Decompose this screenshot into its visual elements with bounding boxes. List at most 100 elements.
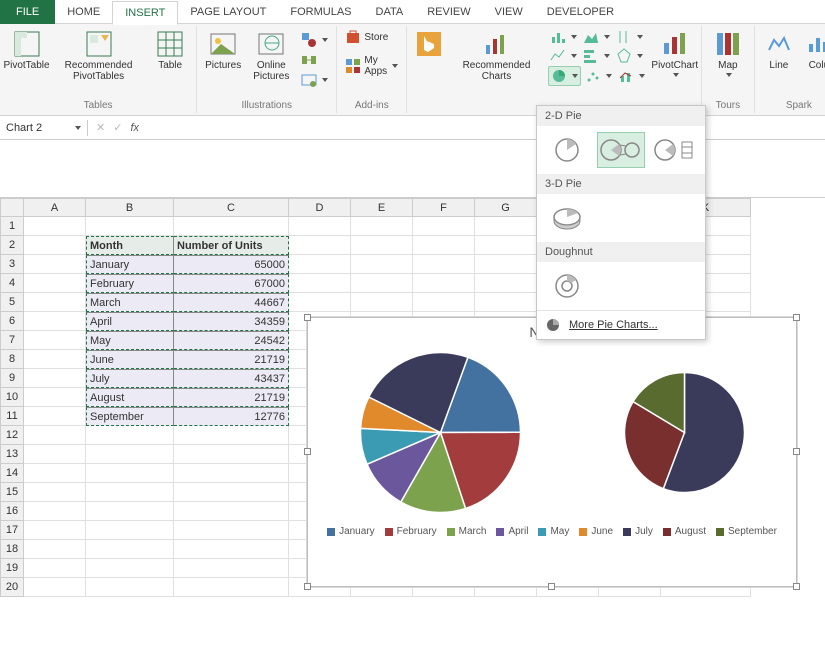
cell[interactable] bbox=[86, 464, 174, 483]
smartart-button[interactable] bbox=[299, 51, 330, 69]
tab-review[interactable]: REVIEW bbox=[415, 0, 482, 24]
cell[interactable] bbox=[174, 521, 289, 540]
cell[interactable]: 65000 bbox=[174, 255, 289, 274]
cell[interactable] bbox=[24, 293, 86, 312]
cell[interactable] bbox=[86, 483, 174, 502]
fx-icon[interactable]: fx bbox=[130, 122, 139, 134]
cell[interactable]: 24542 bbox=[174, 331, 289, 350]
cell[interactable] bbox=[86, 559, 174, 578]
radar-chart-button[interactable] bbox=[614, 47, 645, 65]
cell[interactable] bbox=[24, 255, 86, 274]
doughnut-option[interactable] bbox=[543, 268, 591, 304]
cell[interactable] bbox=[24, 445, 86, 464]
cell[interactable]: August bbox=[86, 388, 174, 407]
cell[interactable] bbox=[24, 502, 86, 521]
cell[interactable]: 34359 bbox=[174, 312, 289, 331]
cell[interactable] bbox=[24, 483, 86, 502]
row-header[interactable]: 8 bbox=[0, 350, 24, 369]
cell[interactable] bbox=[86, 445, 174, 464]
cell[interactable] bbox=[174, 540, 289, 559]
col-header[interactable]: B bbox=[86, 198, 174, 217]
legend-item[interactable]: April bbox=[496, 526, 528, 537]
row-header[interactable]: 9 bbox=[0, 369, 24, 388]
secondary-pie[interactable] bbox=[617, 365, 752, 500]
legend-item[interactable]: August bbox=[663, 526, 706, 537]
tab-view[interactable]: VIEW bbox=[483, 0, 535, 24]
bar-of-pie-option[interactable] bbox=[651, 132, 699, 168]
row-header[interactable]: 1 bbox=[0, 217, 24, 236]
cell[interactable] bbox=[413, 217, 475, 236]
col-header[interactable]: D bbox=[289, 198, 351, 217]
cell[interactable] bbox=[413, 274, 475, 293]
select-all-corner[interactable] bbox=[0, 198, 24, 217]
cell[interactable]: January bbox=[86, 255, 174, 274]
cell[interactable]: 43437 bbox=[174, 369, 289, 388]
pictures-button[interactable]: Pictures bbox=[203, 28, 243, 73]
tab-page-layout[interactable]: PAGE LAYOUT bbox=[178, 0, 278, 24]
row-header[interactable]: 11 bbox=[0, 407, 24, 426]
cell[interactable] bbox=[174, 483, 289, 502]
cell[interactable] bbox=[351, 236, 413, 255]
myapps-button[interactable]: My Apps bbox=[343, 54, 400, 78]
legend-item[interactable]: September bbox=[716, 526, 777, 537]
cell[interactable] bbox=[351, 274, 413, 293]
enter-icon[interactable]: ✓ bbox=[113, 121, 122, 134]
cell[interactable] bbox=[24, 274, 86, 293]
cell[interactable] bbox=[86, 502, 174, 521]
chart-plot-area[interactable] bbox=[308, 342, 796, 522]
pie-3d-option[interactable] bbox=[543, 200, 591, 236]
legend-item[interactable]: January bbox=[327, 526, 375, 537]
cell[interactable] bbox=[174, 426, 289, 445]
table-button[interactable]: Table bbox=[150, 28, 190, 73]
cell[interactable] bbox=[86, 217, 174, 236]
legend-item[interactable]: July bbox=[623, 526, 653, 537]
row-header[interactable]: 10 bbox=[0, 388, 24, 407]
row-header[interactable]: 6 bbox=[0, 312, 24, 331]
cell[interactable] bbox=[24, 426, 86, 445]
cell[interactable] bbox=[174, 502, 289, 521]
pie-of-pie-option[interactable] bbox=[597, 132, 645, 168]
row-header[interactable]: 12 bbox=[0, 426, 24, 445]
sparkline-line-button[interactable]: Line bbox=[761, 28, 797, 73]
row-header[interactable]: 15 bbox=[0, 483, 24, 502]
cell[interactable] bbox=[24, 236, 86, 255]
col-header[interactable]: F bbox=[413, 198, 475, 217]
cell[interactable] bbox=[86, 426, 174, 445]
cell[interactable]: May bbox=[86, 331, 174, 350]
formula-input[interactable] bbox=[147, 126, 825, 130]
cell[interactable]: July bbox=[86, 369, 174, 388]
store-button[interactable]: Store bbox=[343, 28, 400, 46]
cell[interactable] bbox=[475, 236, 537, 255]
legend-item[interactable]: February bbox=[385, 526, 437, 537]
bar-chart-button[interactable] bbox=[581, 47, 612, 65]
scatter-chart-button[interactable] bbox=[583, 66, 614, 86]
bing-maps-button[interactable] bbox=[413, 28, 445, 60]
row-header[interactable]: 17 bbox=[0, 521, 24, 540]
row-header[interactable]: 7 bbox=[0, 331, 24, 350]
cell[interactable] bbox=[289, 236, 351, 255]
cell[interactable] bbox=[351, 255, 413, 274]
cancel-icon[interactable]: ✕ bbox=[96, 121, 105, 134]
row-header[interactable]: 4 bbox=[0, 274, 24, 293]
cell[interactable] bbox=[413, 293, 475, 312]
shapes-button[interactable] bbox=[299, 31, 330, 49]
cell[interactable] bbox=[351, 217, 413, 236]
row-header[interactable]: 2 bbox=[0, 236, 24, 255]
cell[interactable] bbox=[413, 236, 475, 255]
tab-file[interactable]: FILE bbox=[0, 0, 55, 24]
cell[interactable] bbox=[289, 274, 351, 293]
cell[interactable] bbox=[24, 350, 86, 369]
line-chart-button[interactable] bbox=[548, 47, 579, 65]
row-header[interactable]: 3 bbox=[0, 255, 24, 274]
cell[interactable]: March bbox=[86, 293, 174, 312]
tab-formulas[interactable]: FORMULAS bbox=[278, 0, 363, 24]
more-pie-charts-button[interactable]: More Pie Charts... bbox=[537, 310, 705, 339]
area-chart-button[interactable] bbox=[581, 28, 612, 46]
col-header[interactable]: E bbox=[351, 198, 413, 217]
cell[interactable]: April bbox=[86, 312, 174, 331]
row-header[interactable]: 14 bbox=[0, 464, 24, 483]
tab-home[interactable]: HOME bbox=[55, 0, 112, 24]
cell[interactable] bbox=[24, 388, 86, 407]
row-header[interactable]: 13 bbox=[0, 445, 24, 464]
cell[interactable] bbox=[351, 293, 413, 312]
